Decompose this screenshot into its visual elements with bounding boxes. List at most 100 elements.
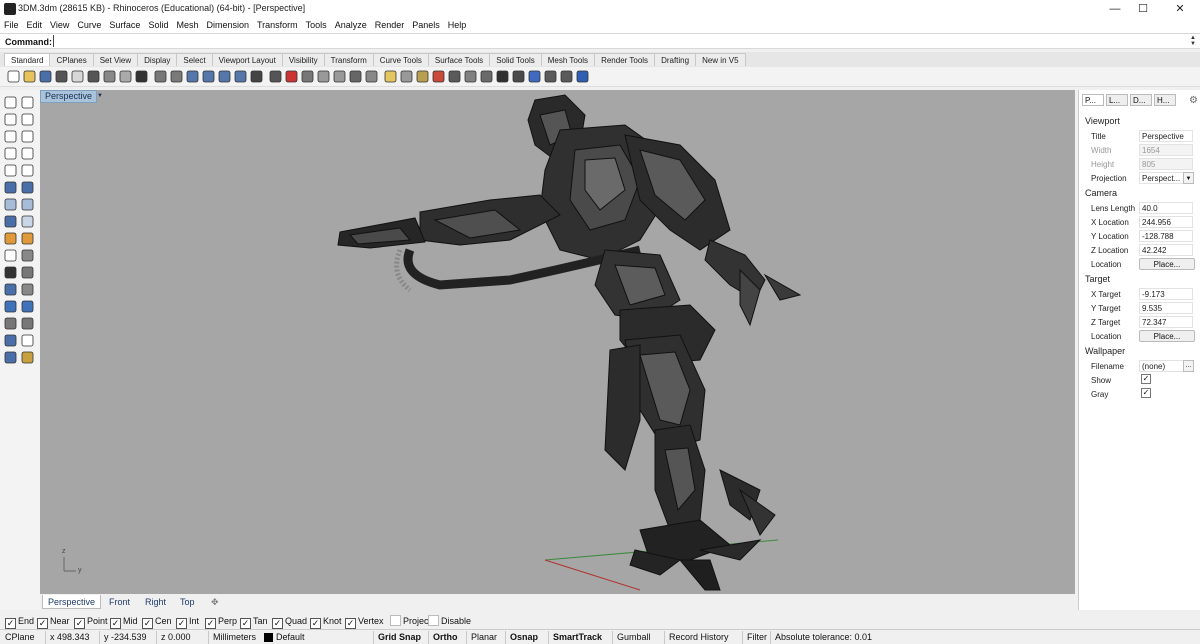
print-icon[interactable] [54,69,69,84]
z-target-field[interactable]: 72.347 [1139,316,1193,328]
analyze-tool-icon[interactable] [3,350,18,365]
toolbar-tab-cplanes[interactable]: CPlanes [49,53,94,66]
filename-browse-button[interactable]: ... [1183,360,1194,372]
save-file-icon[interactable] [38,69,53,84]
panel-tab-help[interactable]: H... [1154,94,1176,106]
menu-tools[interactable]: Tools [302,18,331,33]
zoom-selected-icon[interactable] [233,69,248,84]
hide-objects-icon[interactable] [399,69,414,84]
planar-toggle[interactable]: Planar [466,631,497,644]
add-view-tab-icon[interactable]: ✥ [206,595,224,609]
y-location-field[interactable]: -128.788 [1139,230,1193,242]
open-file-icon[interactable] [22,69,37,84]
osnap-mid[interactable]: ✓ Mid [110,615,138,629]
zoom-extents-icon[interactable] [217,69,232,84]
pan-icon[interactable] [153,69,168,84]
osnap-point[interactable]: ✓ Point [74,615,108,629]
title-field[interactable]: Perspective [1139,130,1193,142]
osnap-vertex-checkbox[interactable]: ✓ [345,618,356,629]
tab-front[interactable]: Front [104,595,135,609]
lights-tool-icon[interactable] [20,350,35,365]
osnap-near[interactable]: ✓ Near [37,615,70,629]
menu-view[interactable]: View [46,18,73,33]
fillet-tool-icon[interactable] [20,214,35,229]
gumball-toggle[interactable]: Gumball [612,631,651,644]
cplane-label[interactable]: CPlane [5,631,35,644]
cut-icon[interactable] [86,69,101,84]
x-target-field[interactable]: -9.173 [1139,288,1193,300]
shaded-viewport-icon[interactable] [348,69,363,84]
wireframe-viewport-icon[interactable] [364,69,379,84]
polygon-tool-icon[interactable] [3,146,18,161]
menu-help[interactable]: Help [444,18,471,33]
osnap-knot-checkbox[interactable]: ✓ [310,618,321,629]
layer-on-icon[interactable] [431,69,446,84]
history-icon[interactable] [559,69,574,84]
trim-tool-icon[interactable] [3,265,18,280]
undo-icon[interactable] [134,69,149,84]
osnap-mid-checkbox[interactable]: ✓ [110,618,121,629]
toolbar-tab-visibility[interactable]: Visibility [281,53,325,66]
target-place-button[interactable]: Place... [1139,330,1195,342]
move-tool-icon[interactable] [20,231,35,246]
sphere-tool-icon[interactable] [20,180,35,195]
explode-tool-icon[interactable] [3,282,18,297]
render-material-icon[interactable] [463,69,478,84]
menu-panels[interactable]: Panels [408,18,444,33]
scale-tool-icon[interactable] [20,248,35,263]
lock-objects-icon[interactable] [415,69,430,84]
osnap-vertex[interactable]: ✓ Vertex [345,615,384,629]
render-icon[interactable] [479,69,494,84]
mirror-tool-icon[interactable] [20,316,35,331]
menu-solid[interactable]: Solid [144,18,172,33]
polyline-tool-icon[interactable] [3,112,18,127]
point-tool-icon[interactable] [20,95,35,110]
toolbar-tab-drafting[interactable]: Drafting [654,53,697,66]
menu-render[interactable]: Render [371,18,409,33]
sweep-tool-icon[interactable] [20,197,35,212]
zoom-dynamic-icon[interactable] [185,69,200,84]
toolbar-tab-curve-tools[interactable]: Curve Tools [372,53,429,66]
extrude-tool-icon[interactable] [3,197,18,212]
toolbar-tab-solid-tools[interactable]: Solid Tools [489,53,542,66]
paste-icon[interactable] [118,69,133,84]
rendered-sphere-icon[interactable] [511,69,526,84]
panel-settings-gear-icon[interactable]: ⚙ [1189,95,1198,106]
car-shading-icon[interactable] [284,69,299,84]
osnap-perp[interactable]: ✓ Perp [205,615,237,629]
osnap-int-checkbox[interactable]: ✓ [176,618,187,629]
filter-toggle[interactable]: Filter [742,631,767,644]
toolbar-tab-surface-tools[interactable]: Surface Tools [427,53,491,66]
box-tool-icon[interactable] [3,180,18,195]
rotate-view-icon[interactable] [169,69,184,84]
toolbar-tab-viewport-layout[interactable]: Viewport Layout [211,53,283,66]
panel-tab-properties[interactable]: P... [1082,94,1104,106]
osnap-project-checkbox[interactable] [390,615,401,626]
tab-top[interactable]: Top [175,595,200,609]
select-points-tool-icon[interactable] [3,95,18,110]
zoom-window-icon[interactable] [201,69,216,84]
shaded-sphere-icon[interactable] [495,69,510,84]
tab-perspective[interactable]: Perspective [42,595,102,609]
arc-tool-icon[interactable] [3,129,18,144]
array-tool-icon[interactable] [3,316,18,331]
toolbar-tab-standard[interactable]: Standard [4,53,51,66]
ellipse-tool-icon[interactable] [3,163,18,178]
menu-mesh[interactable]: Mesh [172,18,202,33]
osnap-disable[interactable]: Disable [428,615,471,627]
copy-icon[interactable] [102,69,117,84]
menu-analyze[interactable]: Analyze [331,18,371,33]
rendered-viewport-icon[interactable] [300,69,315,84]
z-location-field[interactable]: 42.242 [1139,244,1193,256]
menu-file[interactable]: File [0,18,23,33]
osnap-cen-checkbox[interactable]: ✓ [142,618,153,629]
new-file-icon[interactable] [6,69,21,84]
rotate-tool-icon[interactable] [3,248,18,263]
menu-surface[interactable]: Surface [105,18,144,33]
ray-trace-icon[interactable] [527,69,542,84]
osnap-quad-checkbox[interactable]: ✓ [272,618,283,629]
y-target-field[interactable]: 9.535 [1139,302,1193,314]
panel-tab-display[interactable]: D... [1130,94,1152,106]
join-tool-icon[interactable] [20,282,35,297]
circle-tool-icon[interactable] [20,129,35,144]
